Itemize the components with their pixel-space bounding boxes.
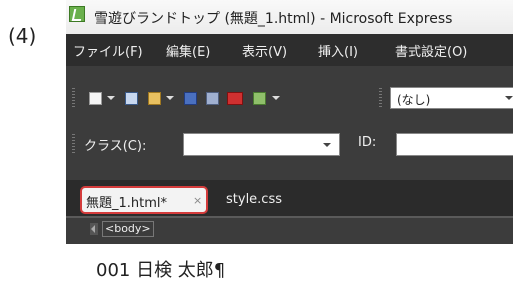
close-icon[interactable]: ×	[193, 194, 202, 207]
toolbar-grip[interactable]	[72, 134, 75, 154]
toolbar-grip[interactable]	[72, 88, 75, 108]
menu-view[interactable]: 表示(V)	[242, 41, 287, 60]
code-editor[interactable]: 001 日検 太郎¶	[66, 244, 513, 284]
menu-file[interactable]: ファイル(F)	[73, 41, 143, 60]
tab-untitled-html[interactable]: 無題_1.html* ×	[80, 186, 208, 214]
app-icon	[69, 6, 85, 22]
window-title: 雪遊びランドトップ (無題_1.html) - Microsoft Expres…	[94, 11, 453, 27]
step-label: (4)	[8, 24, 37, 48]
app-window: 雪遊びランドトップ (無題_1.html) - Microsoft Expres…	[66, 0, 513, 284]
tab-label: 無題_1.html*	[86, 196, 168, 211]
publish-icon[interactable]	[206, 92, 219, 105]
editor-line: 001 日検 太郎¶	[96, 260, 226, 281]
document-icon[interactable]	[125, 92, 138, 105]
document-tabs: 無題_1.html* × style.css	[66, 180, 513, 218]
new-file-icon[interactable]	[89, 92, 102, 105]
breadcrumb-body-tag[interactable]: <body>	[102, 221, 154, 237]
id-combo[interactable]	[396, 133, 513, 156]
menu-edit[interactable]: 編集(E)	[166, 41, 210, 60]
standard-toolbar: (なし)	[66, 82, 513, 114]
title-bar: 雪遊びランドトップ (無題_1.html) - Microsoft Expres…	[66, 0, 513, 35]
scroll-left-icon[interactable]	[90, 223, 98, 235]
toolbar-grip[interactable]	[379, 88, 382, 108]
chevron-down-icon	[505, 96, 513, 100]
chevron-down-icon[interactable]	[166, 96, 174, 100]
open-folder-icon[interactable]	[148, 92, 161, 105]
class-combo[interactable]	[183, 133, 340, 156]
menu-insert[interactable]: 挿入(I)	[318, 41, 358, 60]
sp-icon[interactable]	[227, 92, 243, 105]
menu-format[interactable]: 書式設定(O)	[395, 41, 467, 60]
chevron-down-icon[interactable]	[107, 96, 115, 100]
menu-bar: ファイル(F) 編集(E) 表示(V) 挿入(I) 書式設定(O)	[66, 34, 513, 66]
preview-icon[interactable]	[253, 92, 266, 105]
tab-style-css[interactable]: style.css	[226, 192, 282, 207]
save-icon[interactable]	[184, 92, 197, 105]
chevron-down-icon	[323, 143, 331, 147]
class-id-toolbar: クラス(C): ID:	[66, 128, 513, 160]
id-label: ID:	[358, 135, 377, 150]
style-select-value: (なし)	[397, 93, 431, 107]
style-select[interactable]: (なし)	[390, 87, 513, 109]
class-label: クラス(C):	[84, 139, 147, 154]
tag-selector-bar: <body>	[66, 218, 513, 240]
chevron-down-icon[interactable]	[272, 96, 280, 100]
